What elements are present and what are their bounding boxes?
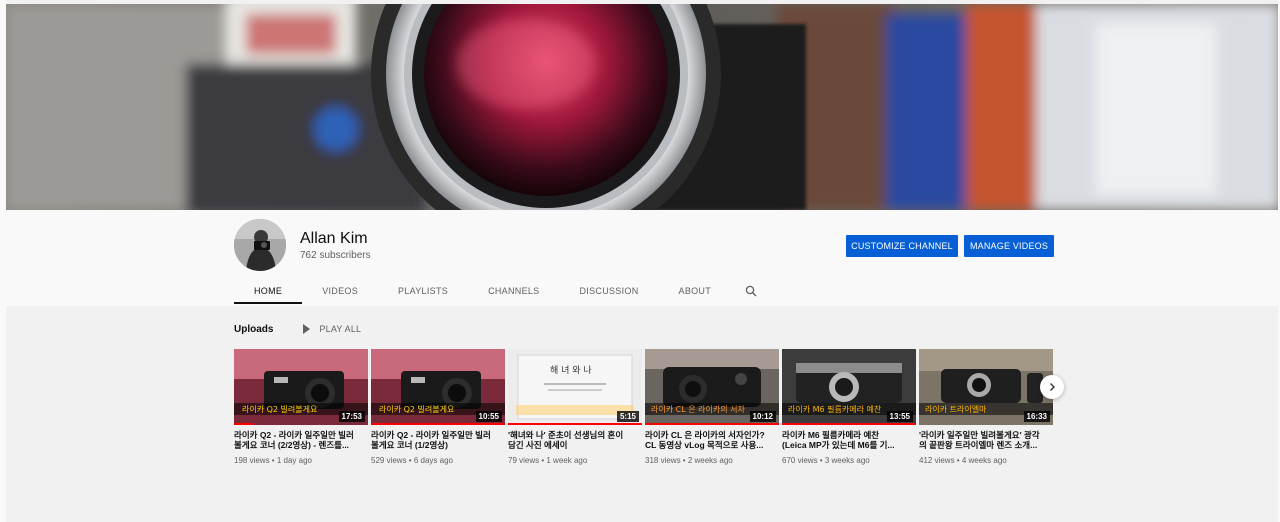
tab-home[interactable]: HOME [234, 278, 303, 304]
channel-header: Allan Kim 762 subscribers CUSTOMIZE CHAN… [6, 210, 1280, 306]
video-thumbnail[interactable]: 라이카 M6 필름카메라 예찬 13:55 [782, 349, 916, 425]
subscriber-count: 762 subscribers [300, 250, 371, 261]
channel-banner [6, 4, 1280, 210]
video-title-line: '라이카 일주일만 빌려볼게요' 광각 [919, 430, 1040, 440]
play-icon [303, 324, 311, 334]
play-all-label: PLAY ALL [319, 324, 362, 334]
manage-videos-button[interactable]: MANAGE VIDEOS [964, 235, 1054, 257]
tab-channels[interactable]: CHANNELS [468, 278, 559, 304]
video-title[interactable]: 라이카 CL 은 라이카의 서자인가? CL 동영상 vLog 목적으로 사용.… [645, 430, 779, 450]
avatar[interactable] [234, 219, 286, 271]
video-card[interactable]: 라이카 CL 은 라이카의 서자 10:12 라이카 CL 은 라이카의 서자인… [645, 349, 779, 465]
shelf-header: Uploads PLAY ALL [234, 322, 361, 336]
thumbnail-caption: 라이카 M6 필름카메라 예찬 [788, 404, 882, 414]
video-title-line: 라이카 M6 필름카메라 예찬 [782, 430, 880, 440]
search-icon[interactable] [731, 278, 771, 304]
video-thumbnail[interactable]: 라이카 CL 은 라이카의 서자 10:12 [645, 349, 779, 425]
watch-progress-bar [508, 423, 642, 425]
video-title-line: 볼게요 코너 (2/2영상) - 렌즈를... [234, 440, 350, 450]
shelf-next-button[interactable] [1040, 375, 1064, 399]
play-all-button[interactable]: PLAY ALL [303, 324, 361, 334]
tab-discussion[interactable]: DISCUSSION [560, 278, 659, 304]
watch-progress-bar [371, 423, 505, 425]
youtube-channel-page: Allan Kim 762 subscribers CUSTOMIZE CHAN… [0, 0, 1280, 522]
video-title[interactable]: '라이카 일주일만 빌려볼게요' 광각 의 끝판왕 트라이엘마 렌즈 소개... [919, 430, 1053, 450]
video-card[interactable]: 라이카 트라이엘마 16:33 '라이카 일주일만 빌려볼게요' 광각 의 끝판… [919, 349, 1053, 465]
video-meta: 670 views • 3 weeks ago [782, 456, 870, 465]
watch-progress-bar [234, 423, 254, 425]
duration-badge: 13:55 [886, 411, 913, 422]
video-meta: 198 views • 1 day ago [234, 456, 312, 465]
video-title-line: 의 끝판왕 트라이엘마 렌즈 소개... [919, 440, 1038, 450]
video-thumbnail[interactable]: 라이카 Q2 빌려볼게요 17:53 [234, 349, 368, 425]
tab-playlists[interactable]: PLAYLISTS [378, 278, 468, 304]
watch-progress-bar [782, 423, 916, 425]
video-title[interactable]: 라이카 M6 필름카메라 예찬 (Leica MP가 있는데 M6를 기... [782, 430, 916, 450]
thumbnail-caption: 라이카 트라이엘마 [925, 404, 987, 414]
video-title[interactable]: 라이카 Q2 - 라이카 일주일만 빌러 볼게요 코너 (2/2영상) - 렌즈… [234, 430, 368, 450]
video-meta: 318 views • 2 weeks ago [645, 456, 733, 465]
video-title-line: 담긴 사진 에세이 [508, 440, 568, 450]
video-title-line: (Leica MP가 있는데 M6를 기... [782, 440, 895, 450]
video-card[interactable]: 라이카 Q2 빌려볼게요 10:55 라이카 Q2 - 라이카 일주일만 빌러 … [371, 349, 505, 465]
thumbnail-caption: 라이카 Q2 빌려볼게요 [242, 404, 317, 414]
video-title-line: CL 동영상 vLog 목적으로 사용... [645, 440, 764, 450]
chevron-right-icon [1050, 383, 1055, 391]
shelf-title[interactable]: Uploads [234, 324, 273, 335]
video-title-line: 라이카 Q2 - 라이카 일주일만 빌러 [234, 430, 354, 440]
video-title-line: 라이카 CL 은 라이카의 서자인가? [645, 430, 765, 440]
video-title-line: 라이카 Q2 - 라이카 일주일만 빌러 [371, 430, 491, 440]
video-card[interactable]: 해 녀 와 나 5:15 '해녀와 나' 준초이 선생님의 혼이 담긴 사진 에… [508, 349, 642, 465]
avatar-image [234, 219, 286, 271]
video-title-line: '해녀와 나' 준초이 선생님의 혼이 [508, 430, 624, 440]
channel-name: Allan Kim [300, 230, 368, 247]
video-meta: 529 views • 6 days ago [371, 456, 453, 465]
video-thumbnail[interactable]: 라이카 트라이엘마 16:33 [919, 349, 1053, 425]
customize-channel-button[interactable]: CUSTOMIZE CHANNEL [846, 235, 958, 257]
duration-badge: 17:53 [338, 411, 365, 422]
tab-about[interactable]: ABOUT [659, 278, 732, 304]
thumbnail-caption: 라이카 CL 은 라이카의 서자 [651, 404, 745, 414]
duration-badge: 5:15 [616, 411, 639, 422]
video-thumbnail[interactable]: 해 녀 와 나 5:15 [508, 349, 642, 425]
channel-tabs: HOME VIDEOS PLAYLISTS CHANNELS DISCUSSIO… [234, 278, 771, 304]
video-thumbnail[interactable]: 라이카 Q2 빌려볼게요 10:55 [371, 349, 505, 425]
duration-badge: 10:55 [475, 411, 502, 422]
banner-image [6, 4, 1280, 210]
watch-progress-bar [645, 423, 779, 425]
video-meta: 412 views • 4 weeks ago [919, 456, 1007, 465]
duration-badge: 10:12 [749, 411, 776, 422]
video-card[interactable]: 라이카 Q2 빌려볼게요 17:53 라이카 Q2 - 라이카 일주일만 빌러 … [234, 349, 368, 465]
video-title-line: 볼게요 코너 (1/2영상) [371, 440, 448, 450]
video-title[interactable]: '해녀와 나' 준초이 선생님의 혼이 담긴 사진 에세이 [508, 430, 642, 450]
video-title[interactable]: 라이카 Q2 - 라이카 일주일만 빌러 볼게요 코너 (1/2영상) [371, 430, 505, 450]
tab-videos[interactable]: VIDEOS [302, 278, 378, 304]
video-meta: 79 views • 1 week ago [508, 456, 588, 465]
video-card[interactable]: 라이카 M6 필름카메라 예찬 13:55 라이카 M6 필름카메라 예찬 (L… [782, 349, 916, 465]
thumbnail-caption: 해 녀 와 나 [550, 364, 592, 376]
duration-badge: 16:33 [1023, 411, 1050, 422]
uploads-shelf: Uploads PLAY ALL 라이카 Q2 빌려볼게요 17:53 라이카 … [6, 306, 1280, 522]
thumbnail-caption: 라이카 Q2 빌려볼게요 [379, 404, 454, 414]
